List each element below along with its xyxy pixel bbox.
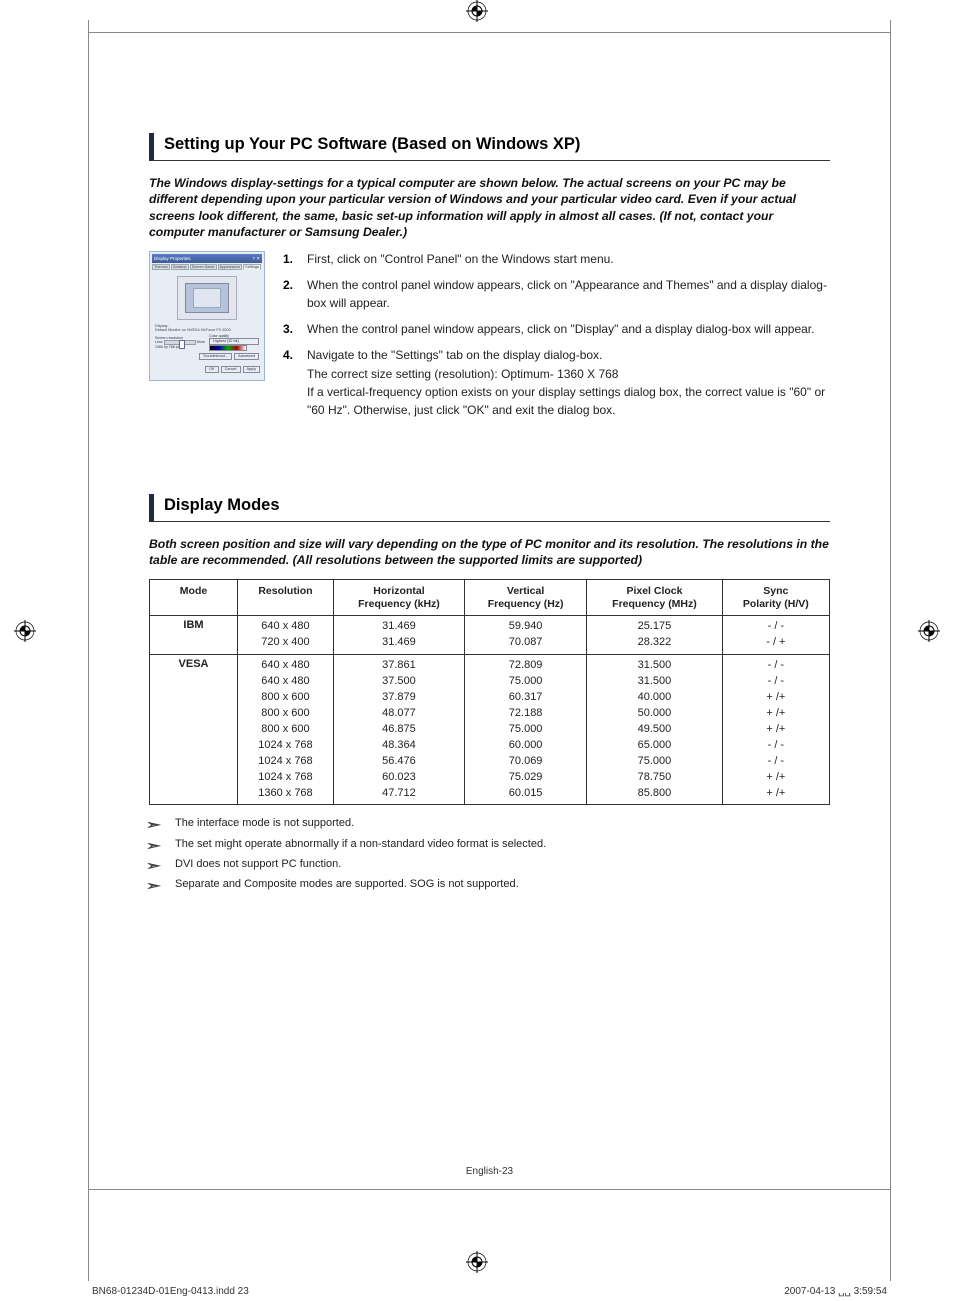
table-header-cell: Resolution bbox=[238, 579, 334, 615]
dialog-res-slider bbox=[164, 340, 196, 345]
dialog-tab-screensaver: Screen Saver bbox=[190, 264, 217, 270]
table-cell: 25.17528.322 bbox=[587, 616, 722, 655]
table-cell: 640 x 480720 x 400 bbox=[238, 616, 334, 655]
table-cell: - / -- / -+ /++ /++ /+- / -- / -+ /++ /+ bbox=[722, 655, 829, 805]
step-item: 1. First, click on "Control Panel" on the… bbox=[283, 251, 830, 269]
section-heading-display-modes: Display Modes bbox=[149, 494, 830, 522]
table-cell: 31.50031.50040.00050.00049.50065.00075.0… bbox=[587, 655, 722, 805]
dialog-more: More bbox=[197, 340, 205, 344]
table-header-cell: VerticalFrequency (Hz) bbox=[465, 579, 587, 615]
step-body: First, click on "Control Panel" on the W… bbox=[307, 251, 614, 269]
dialog-tab-desktop: Desktop bbox=[171, 264, 189, 270]
note-text: DVI does not support PC function. bbox=[175, 856, 341, 876]
step-item: 3. When the control panel window appears,… bbox=[283, 321, 830, 339]
dialog-title: Display Properties bbox=[154, 254, 191, 263]
reg-mark-left bbox=[14, 620, 36, 642]
step-body: When the control panel window appears, c… bbox=[307, 321, 814, 339]
note-item: ➣ Separate and Composite modes are suppor… bbox=[149, 876, 830, 896]
footer-time: 2007-04-13 ␣␣ 3:59:54 bbox=[784, 1286, 887, 1297]
table-cell: 640 x 480640 x 480800 x 600800 x 600800 … bbox=[238, 655, 334, 805]
dialog-color-quality: Highest (32 bit) bbox=[209, 338, 259, 345]
note-arrow-icon: ➣ bbox=[146, 836, 168, 856]
table-cell: 59.94070.087 bbox=[465, 616, 587, 655]
table-cell: - / -- / + bbox=[722, 616, 829, 655]
footer-file: BN68-01234D-01Eng-0413.indd 23 bbox=[92, 1286, 249, 1297]
table-cell-mode: VESA bbox=[150, 655, 238, 805]
note-text: The interface mode is not supported. bbox=[175, 815, 354, 835]
table-row: IBM640 x 480720 x 40031.46931.46959.9407… bbox=[150, 616, 830, 655]
step-body: Navigate to the "Settings" tab on the di… bbox=[307, 347, 830, 420]
table-header-cell: SyncPolarity (H/V) bbox=[722, 579, 829, 615]
intro-text-display-modes: Both screen position and size will vary … bbox=[149, 536, 830, 569]
notes-list: ➣ The interface mode is not supported. ➣ Th… bbox=[149, 815, 830, 896]
step-item: 4.Navigate to the "Settings" tab on the … bbox=[283, 347, 830, 420]
note-item: ➣ The set might operate abnormally if a n… bbox=[149, 836, 830, 856]
dialog-cancel: Cancel bbox=[221, 366, 241, 373]
table-header-cell: Pixel ClockFrequency (MHz) bbox=[587, 579, 722, 615]
dialog-ok: OK bbox=[205, 366, 219, 373]
dialog-display-value: Default Monitor on NVIDIA GeForce FX 520… bbox=[155, 328, 231, 332]
step-number: 3. bbox=[283, 321, 297, 339]
dialog-tab-appearance: Appearance bbox=[218, 264, 242, 270]
step-body: When the control panel window appears, c… bbox=[307, 277, 830, 313]
reg-mark-top bbox=[466, 0, 488, 22]
note-item: ➣ The interface mode is not supported. bbox=[149, 815, 830, 835]
display-modes-table: ModeResolutionHorizontalFrequency (kHz)V… bbox=[149, 579, 830, 806]
reg-mark-right bbox=[918, 620, 940, 642]
steps-list: 1. First, click on "Control Panel" on the… bbox=[283, 251, 830, 428]
dialog-tab-themes: Themes bbox=[152, 264, 170, 270]
table-header-cell: Mode bbox=[150, 579, 238, 615]
table-cell: 37.86137.50037.87948.07746.87548.36456.4… bbox=[333, 655, 464, 805]
note-arrow-icon: ➣ bbox=[146, 876, 168, 896]
step-item: 2. When the control panel window appears,… bbox=[283, 277, 830, 313]
note-arrow-icon: ➣ bbox=[146, 815, 168, 835]
dialog-troubleshoot: Troubleshoot... bbox=[199, 353, 232, 360]
section-heading-setting-up: Setting up Your PC Software (Based on Wi… bbox=[149, 133, 830, 161]
dialog-tab-settings: Settings bbox=[243, 264, 261, 270]
table-row: VESA640 x 480640 x 480800 x 600800 x 600… bbox=[150, 655, 830, 805]
dialog-apply: Apply bbox=[243, 366, 261, 373]
intro-text-setting-up: The Windows display-settings for a typic… bbox=[149, 175, 830, 241]
step-number: 2. bbox=[283, 277, 297, 313]
step-number: 1. bbox=[283, 251, 297, 269]
page-number: English-23 bbox=[149, 1166, 830, 1177]
table-header-cell: HorizontalFrequency (kHz) bbox=[333, 579, 464, 615]
note-arrow-icon: ➣ bbox=[146, 856, 168, 876]
table-cell-mode: IBM bbox=[150, 616, 238, 655]
table-cell: 72.80975.00060.31772.18875.00060.00070.0… bbox=[465, 655, 587, 805]
table-cell: 31.46931.469 bbox=[333, 616, 464, 655]
step-number: 4. bbox=[283, 347, 297, 420]
display-properties-dialog-thumb: Display Properties ? ✕ Themes Desktop Sc… bbox=[149, 251, 265, 381]
note-text: The set might operate abnormally if a no… bbox=[175, 836, 546, 856]
dialog-advanced: Advanced bbox=[234, 353, 259, 360]
note-item: ➣ DVI does not support PC function. bbox=[149, 856, 830, 876]
dialog-less: Less bbox=[155, 340, 163, 344]
note-text: Separate and Composite modes are support… bbox=[175, 876, 519, 896]
